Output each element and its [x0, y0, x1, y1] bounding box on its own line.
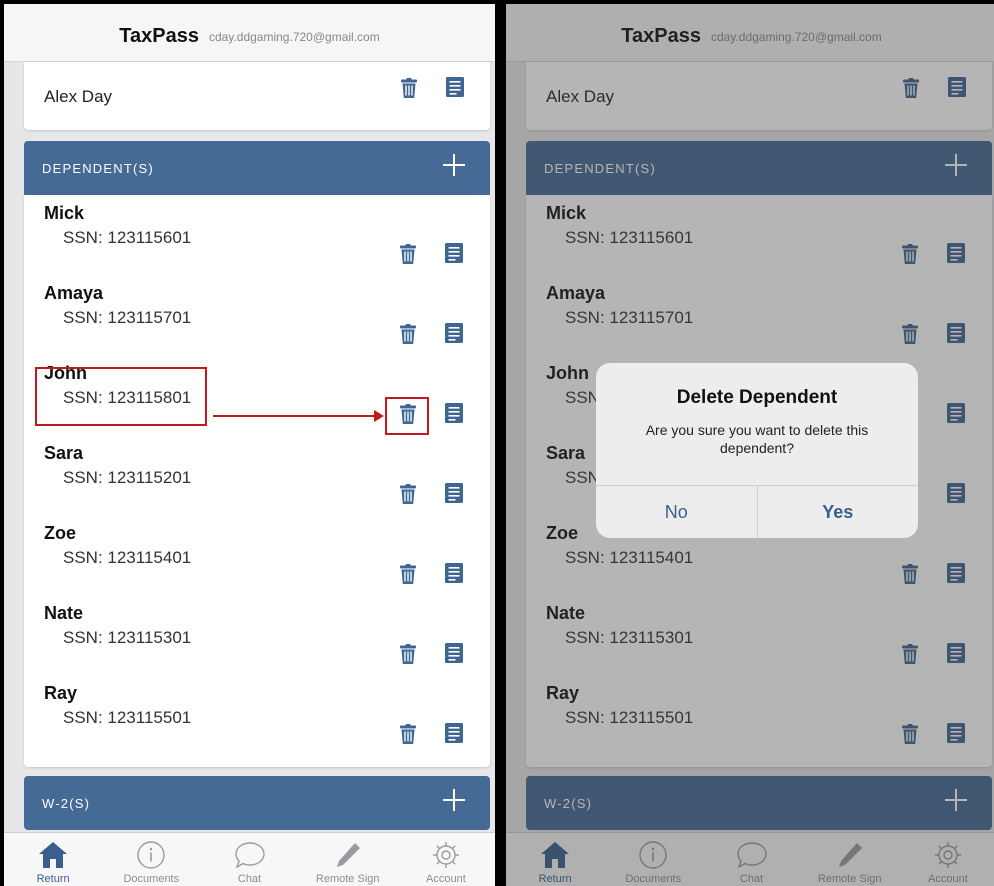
pencil-icon: [331, 839, 365, 871]
tab-remote-sign[interactable]: Remote Sign: [299, 833, 397, 886]
document-icon[interactable]: [445, 723, 463, 743]
section-title: W-2(S): [42, 796, 91, 811]
trash-icon[interactable]: [401, 78, 417, 98]
tab-label: Return: [36, 873, 70, 885]
home-icon: [36, 839, 70, 871]
dependent-ssn: SSN: 123115801: [63, 388, 192, 407]
tab-account[interactable]: Account: [397, 833, 495, 886]
tab-label: Chat: [237, 873, 262, 885]
tab-label: Documents: [123, 873, 180, 885]
document-icon[interactable]: [445, 563, 463, 583]
tab-chat[interactable]: Chat: [200, 833, 298, 886]
tab-return[interactable]: Return: [4, 833, 102, 886]
delete-dependent-dialog: Delete Dependent Are you sure you want t…: [596, 363, 918, 538]
dependent-row[interactable]: John SSN: 123115801: [24, 363, 490, 443]
dialog-message: Are you sure you want to delete this dep…: [645, 422, 869, 456]
dependents-section-header: DEPENDENT(S): [24, 141, 490, 195]
dependent-name: Ray: [44, 683, 78, 703]
document-icon[interactable]: [445, 483, 463, 503]
dependent-ssn: SSN: 123115601: [63, 228, 192, 247]
section-title: DEPENDENT(S): [42, 161, 154, 176]
dependent-name: Zoe: [44, 523, 77, 543]
info-icon: [134, 839, 168, 871]
trash-icon[interactable]: [400, 564, 416, 584]
trash-icon[interactable]: [400, 404, 416, 424]
dependents-list: Mick SSN: 123115601 Amaya SSN: 123115701 Joh…: [24, 195, 490, 767]
dependent-row[interactable]: Sara SSN: 123115201: [24, 443, 490, 523]
screen-before: TaxPass cday.ddgaming.720@gmail.com Alex…: [4, 4, 495, 886]
taxpayer-card: Alex Day: [24, 62, 490, 130]
annotation-arrow-head: [374, 410, 384, 422]
dependent-row[interactable]: Mick SSN: 123115601: [24, 203, 490, 283]
dependent-name: John: [44, 363, 87, 383]
app-title: TaxPass: [119, 25, 199, 47]
document-icon[interactable]: [445, 243, 463, 263]
trash-icon[interactable]: [400, 484, 416, 504]
dependent-row[interactable]: Zoe SSN: 123115401: [24, 523, 490, 603]
dialog-buttons: No Yes: [596, 485, 918, 538]
yes-button[interactable]: Yes: [756, 486, 919, 538]
add-w2-button[interactable]: [442, 788, 466, 812]
dependent-ssn: SSN: 123115701: [63, 308, 192, 327]
add-dependent-button[interactable]: [442, 153, 466, 177]
annotation-arrow: [213, 415, 375, 417]
taxpayer-name: Alex Day: [44, 87, 113, 106]
trash-icon[interactable]: [400, 324, 416, 344]
w2-section-header: W-2(S): [24, 776, 490, 830]
dependent-ssn: SSN: 123115201: [63, 468, 192, 487]
gear-icon: [429, 839, 463, 871]
dependent-name: Amaya: [44, 283, 104, 303]
document-icon[interactable]: [445, 643, 463, 663]
dependent-name: Mick: [44, 203, 85, 223]
dependent-name: Sara: [44, 443, 84, 463]
app-header: TaxPass cday.ddgaming.720@gmail.com: [4, 4, 495, 62]
chat-bubble-icon: [233, 839, 267, 871]
no-button[interactable]: No: [596, 486, 757, 538]
tab-label: Remote Sign: [315, 873, 380, 885]
dependent-row[interactable]: Nate SSN: 123115301: [24, 603, 490, 683]
dependent-row[interactable]: Ray SSN: 123115501: [24, 683, 490, 763]
screen-after: TaxPass cday.ddgaming.720@gmail.com Alex…: [506, 4, 994, 886]
dependent-ssn: SSN: 123115501: [63, 708, 192, 727]
document-icon[interactable]: [446, 77, 464, 97]
dependent-ssn: SSN: 123115401: [63, 548, 192, 567]
document-icon[interactable]: [445, 323, 463, 343]
dialog-title: Delete Dependent: [676, 387, 838, 408]
trash-icon[interactable]: [400, 724, 416, 744]
dependent-ssn: SSN: 123115301: [63, 628, 192, 647]
document-icon[interactable]: [445, 403, 463, 423]
tab-label: Account: [426, 873, 466, 885]
trash-icon[interactable]: [400, 644, 416, 664]
tab-documents[interactable]: Documents: [102, 833, 200, 886]
return-content: Alex Day DEPENDENT(S) Mick SSN: 123115601…: [4, 62, 495, 832]
user-email: cday.ddgaming.720@gmail.com: [208, 29, 380, 44]
tab-bar: Return Documents Chat Remote Sign Account: [4, 832, 495, 886]
dependent-name: Nate: [44, 603, 84, 623]
trash-icon[interactable]: [400, 244, 416, 264]
dependent-row[interactable]: Amaya SSN: 123115701: [24, 283, 490, 363]
